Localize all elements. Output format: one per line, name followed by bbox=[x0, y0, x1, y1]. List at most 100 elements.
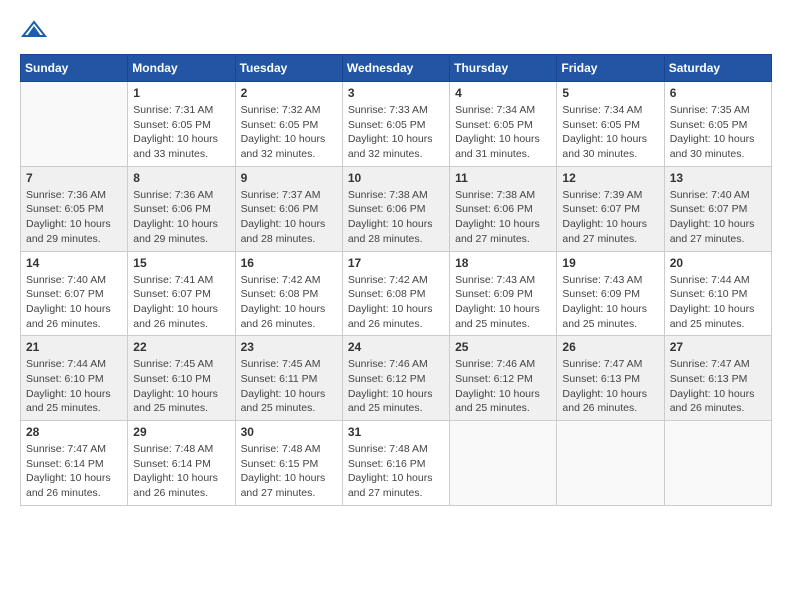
day-info: Sunrise: 7:47 AMSunset: 6:13 PMDaylight:… bbox=[562, 357, 658, 416]
calendar-cell: 1Sunrise: 7:31 AMSunset: 6:05 PMDaylight… bbox=[128, 82, 235, 167]
calendar-cell: 6 Sunrise: 7:35 AMSunset: 6:05 PMDaylight… bbox=[664, 82, 771, 167]
day-number: 18 bbox=[455, 256, 551, 270]
calendar-cell bbox=[450, 421, 557, 506]
logo-icon bbox=[21, 20, 47, 44]
day-info: Sunrise: 7:34 AMSunset: 6:05 PMDaylight:… bbox=[455, 103, 551, 162]
day-number: 2 bbox=[241, 86, 337, 100]
day-number: 16 bbox=[241, 256, 337, 270]
weekday-header-row: SundayMondayTuesdayWednesdayThursdayFrid… bbox=[21, 55, 772, 82]
calendar-cell: 28 Sunrise: 7:47 AMSunset: 6:14 PMDayligh… bbox=[21, 421, 128, 506]
day-number: 24 bbox=[348, 340, 444, 354]
day-number: 30 bbox=[241, 425, 337, 439]
calendar-week-4: 21 Sunrise: 7:44 AMSunset: 6:10 PMDayligh… bbox=[21, 336, 772, 421]
calendar-cell: 7 Sunrise: 7:36 AMSunset: 6:05 PMDaylight… bbox=[21, 166, 128, 251]
day-number: 23 bbox=[241, 340, 337, 354]
day-info: Sunrise: 7:48 AMSunset: 6:16 PMDaylight:… bbox=[348, 442, 444, 501]
day-info: Sunrise: 7:37 AMSunset: 6:06 PMDaylight:… bbox=[241, 188, 337, 247]
day-number: 8 bbox=[133, 171, 229, 185]
calendar-cell: 22 Sunrise: 7:45 AMSunset: 6:10 PMDayligh… bbox=[128, 336, 235, 421]
weekday-header-thursday: Thursday bbox=[450, 55, 557, 82]
day-info: Sunrise: 7:46 AMSunset: 6:12 PMDaylight:… bbox=[348, 357, 444, 416]
day-number: 10 bbox=[348, 171, 444, 185]
calendar-cell: 12 Sunrise: 7:39 AMSunset: 6:07 PMDayligh… bbox=[557, 166, 664, 251]
day-number: 19 bbox=[562, 256, 658, 270]
day-info: Sunrise: 7:45 AMSunset: 6:11 PMDaylight:… bbox=[241, 357, 337, 416]
day-number: 17 bbox=[348, 256, 444, 270]
day-number: 22 bbox=[133, 340, 229, 354]
day-number: 31 bbox=[348, 425, 444, 439]
day-info: Sunrise: 7:42 AMSunset: 6:08 PMDaylight:… bbox=[348, 273, 444, 332]
day-number: 7 bbox=[26, 171, 122, 185]
day-number: 21 bbox=[26, 340, 122, 354]
day-info: Sunrise: 7:40 AMSunset: 6:07 PMDaylight:… bbox=[670, 188, 766, 247]
day-info: Sunrise: 7:39 AMSunset: 6:07 PMDaylight:… bbox=[562, 188, 658, 247]
day-info: Sunrise: 7:33 AMSunset: 6:05 PMDaylight:… bbox=[348, 103, 444, 162]
calendar-week-1: 1Sunrise: 7:31 AMSunset: 6:05 PMDaylight… bbox=[21, 82, 772, 167]
day-info: Sunrise: 7:36 AMSunset: 6:05 PMDaylight:… bbox=[26, 188, 122, 247]
day-number: 20 bbox=[670, 256, 766, 270]
calendar-week-5: 28 Sunrise: 7:47 AMSunset: 6:14 PMDayligh… bbox=[21, 421, 772, 506]
calendar-cell: 29Sunrise: 7:48 AMSunset: 6:14 PMDayligh… bbox=[128, 421, 235, 506]
weekday-header-friday: Friday bbox=[557, 55, 664, 82]
day-info: Sunrise: 7:43 AMSunset: 6:09 PMDaylight:… bbox=[562, 273, 658, 332]
calendar-cell: 11 Sunrise: 7:38 AMSunset: 6:06 PMDayligh… bbox=[450, 166, 557, 251]
calendar-cell: 27 Sunrise: 7:47 AMSunset: 6:13 PMDayligh… bbox=[664, 336, 771, 421]
weekday-header-monday: Monday bbox=[128, 55, 235, 82]
calendar-cell: 15Sunrise: 7:41 AMSunset: 6:07 PMDayligh… bbox=[128, 251, 235, 336]
day-info: Sunrise: 7:36 AMSunset: 6:06 PMDaylight:… bbox=[133, 188, 229, 247]
logo-area bbox=[20, 20, 48, 44]
day-info: Sunrise: 7:38 AMSunset: 6:06 PMDaylight:… bbox=[455, 188, 551, 247]
calendar-cell: 20 Sunrise: 7:44 AMSunset: 6:10 PMDayligh… bbox=[664, 251, 771, 336]
day-info: Sunrise: 7:32 AMSunset: 6:05 PMDaylight:… bbox=[241, 103, 337, 162]
day-number: 29 bbox=[133, 425, 229, 439]
calendar-cell: 9 Sunrise: 7:37 AMSunset: 6:06 PMDaylight… bbox=[235, 166, 342, 251]
day-info: Sunrise: 7:47 AMSunset: 6:14 PMDaylight:… bbox=[26, 442, 122, 501]
calendar-week-3: 14Sunrise: 7:40 AMSunset: 6:07 PMDayligh… bbox=[21, 251, 772, 336]
calendar-cell: 8 Sunrise: 7:36 AMSunset: 6:06 PMDaylight… bbox=[128, 166, 235, 251]
calendar-cell: 10Sunrise: 7:38 AMSunset: 6:06 PMDayligh… bbox=[342, 166, 449, 251]
day-number: 1 bbox=[133, 86, 229, 100]
calendar-table: SundayMondayTuesdayWednesdayThursdayFrid… bbox=[20, 54, 772, 506]
calendar-cell: 26Sunrise: 7:47 AMSunset: 6:13 PMDayligh… bbox=[557, 336, 664, 421]
page-header bbox=[20, 20, 772, 44]
day-info: Sunrise: 7:46 AMSunset: 6:12 PMDaylight:… bbox=[455, 357, 551, 416]
calendar-cell bbox=[664, 421, 771, 506]
calendar-cell: 5 Sunrise: 7:34 AMSunset: 6:05 PMDaylight… bbox=[557, 82, 664, 167]
calendar-cell: 17 Sunrise: 7:42 AMSunset: 6:08 PMDayligh… bbox=[342, 251, 449, 336]
day-info: Sunrise: 7:48 AMSunset: 6:15 PMDaylight:… bbox=[241, 442, 337, 501]
calendar-cell: 23 Sunrise: 7:45 AMSunset: 6:11 PMDayligh… bbox=[235, 336, 342, 421]
calendar-cell: 4 Sunrise: 7:34 AMSunset: 6:05 PMDaylight… bbox=[450, 82, 557, 167]
calendar-cell: 21 Sunrise: 7:44 AMSunset: 6:10 PMDayligh… bbox=[21, 336, 128, 421]
calendar-cell: 3 Sunrise: 7:33 AMSunset: 6:05 PMDaylight… bbox=[342, 82, 449, 167]
calendar-cell: 25Sunrise: 7:46 AMSunset: 6:12 PMDayligh… bbox=[450, 336, 557, 421]
day-info: Sunrise: 7:41 AMSunset: 6:07 PMDaylight:… bbox=[133, 273, 229, 332]
day-number: 28 bbox=[26, 425, 122, 439]
day-info: Sunrise: 7:44 AMSunset: 6:10 PMDaylight:… bbox=[26, 357, 122, 416]
day-number: 12 bbox=[562, 171, 658, 185]
day-info: Sunrise: 7:44 AMSunset: 6:10 PMDaylight:… bbox=[670, 273, 766, 332]
day-info: Sunrise: 7:47 AMSunset: 6:13 PMDaylight:… bbox=[670, 357, 766, 416]
weekday-header-tuesday: Tuesday bbox=[235, 55, 342, 82]
calendar-cell: 16Sunrise: 7:42 AMSunset: 6:08 PMDayligh… bbox=[235, 251, 342, 336]
day-info: Sunrise: 7:45 AMSunset: 6:10 PMDaylight:… bbox=[133, 357, 229, 416]
weekday-header-saturday: Saturday bbox=[664, 55, 771, 82]
calendar-cell: 31 Sunrise: 7:48 AMSunset: 6:16 PMDayligh… bbox=[342, 421, 449, 506]
day-number: 3 bbox=[348, 86, 444, 100]
day-number: 4 bbox=[455, 86, 551, 100]
calendar-cell: 13Sunrise: 7:40 AMSunset: 6:07 PMDayligh… bbox=[664, 166, 771, 251]
day-info: Sunrise: 7:43 AMSunset: 6:09 PMDaylight:… bbox=[455, 273, 551, 332]
day-number: 5 bbox=[562, 86, 658, 100]
day-number: 9 bbox=[241, 171, 337, 185]
day-info: Sunrise: 7:35 AMSunset: 6:05 PMDaylight:… bbox=[670, 103, 766, 162]
calendar-week-2: 7 Sunrise: 7:36 AMSunset: 6:05 PMDaylight… bbox=[21, 166, 772, 251]
calendar-cell: 19 Sunrise: 7:43 AMSunset: 6:09 PMDayligh… bbox=[557, 251, 664, 336]
day-number: 6 bbox=[670, 86, 766, 100]
calendar-cell: 30 Sunrise: 7:48 AMSunset: 6:15 PMDayligh… bbox=[235, 421, 342, 506]
day-info: Sunrise: 7:40 AMSunset: 6:07 PMDaylight:… bbox=[26, 273, 122, 332]
day-info: Sunrise: 7:34 AMSunset: 6:05 PMDaylight:… bbox=[562, 103, 658, 162]
calendar-cell: 14Sunrise: 7:40 AMSunset: 6:07 PMDayligh… bbox=[21, 251, 128, 336]
day-number: 11 bbox=[455, 171, 551, 185]
calendar-cell bbox=[21, 82, 128, 167]
calendar-cell: 18 Sunrise: 7:43 AMSunset: 6:09 PMDayligh… bbox=[450, 251, 557, 336]
day-number: 27 bbox=[670, 340, 766, 354]
